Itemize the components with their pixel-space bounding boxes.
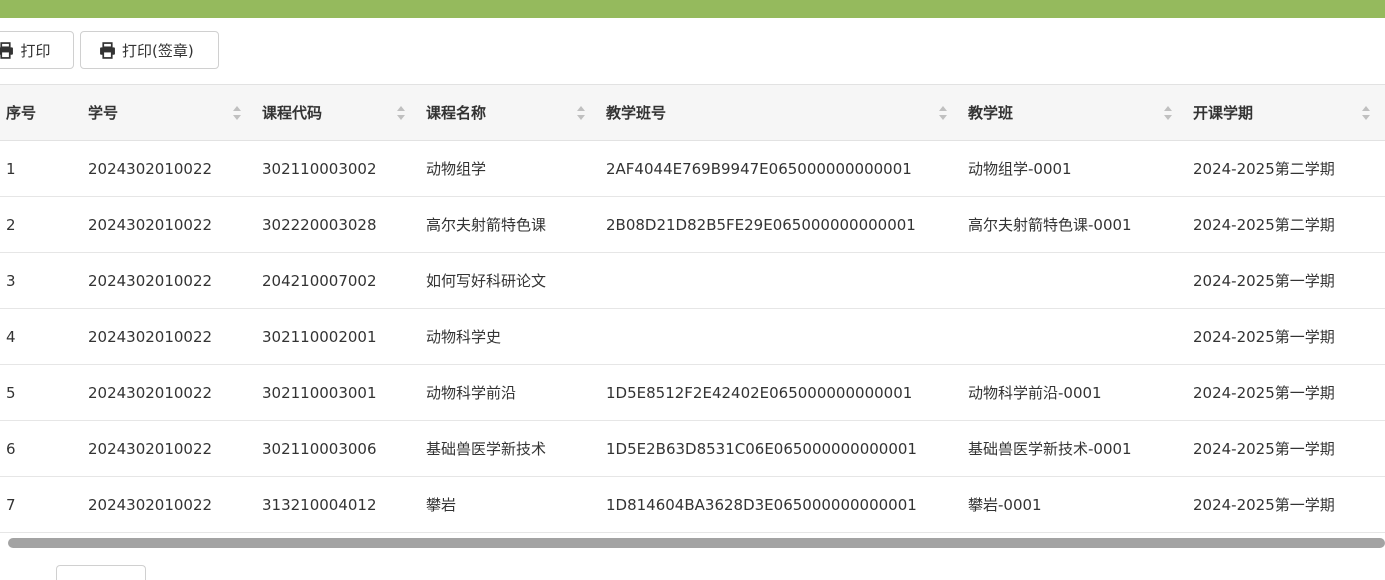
- cell-student-id: 2024302010022: [82, 308, 256, 365]
- column-header-semester[interactable]: 开课学期: [1187, 84, 1385, 141]
- cell-course-code: 302220003028: [256, 196, 420, 253]
- cell-course-code: 302110003001: [256, 364, 420, 421]
- cell-course-name: 攀岩: [420, 476, 600, 533]
- cell-class-id: 1D814604BA3628D3E065000000000001: [600, 476, 962, 533]
- cell-index: 3: [0, 252, 82, 309]
- cell-class-id: 1D5E2B63D8531C06E065000000000001: [600, 420, 962, 477]
- cell-index: 1: [0, 140, 82, 197]
- sort-icon[interactable]: [232, 105, 242, 121]
- cell-class-id: [600, 308, 962, 365]
- column-header-class-id[interactable]: 教学班号: [600, 84, 962, 141]
- cell-class-name: 基础兽医学新技术-0001: [962, 420, 1187, 477]
- cell-class-name: [962, 308, 1187, 365]
- column-header-index[interactable]: 序号: [0, 84, 82, 141]
- cell-student-id: 2024302010022: [82, 140, 256, 197]
- table-body: 1 2024302010022 302110003002 动物组学 2AF404…: [0, 140, 1385, 533]
- sort-icon[interactable]: [396, 105, 406, 121]
- cell-course-name: 高尔夫射箭特色课: [420, 196, 600, 253]
- cell-course-code: 302110003002: [256, 140, 420, 197]
- cell-semester: 2024-2025第一学期: [1187, 252, 1385, 309]
- cell-class-id: 1D5E8512F2E42402E065000000000001: [600, 364, 962, 421]
- cell-student-id: 2024302010022: [82, 364, 256, 421]
- column-header-course-code[interactable]: 课程代码: [256, 84, 420, 141]
- cell-class-name: 动物科学前沿-0001: [962, 364, 1187, 421]
- cell-semester: 2024-2025第二学期: [1187, 140, 1385, 197]
- cell-semester: 2024-2025第一学期: [1187, 308, 1385, 365]
- cell-class-name: [962, 252, 1187, 309]
- course-table: 序号 学号 课程代码 课程名称 教学班号 教学班 开课学期 1 20243020…: [0, 84, 1385, 533]
- cell-semester: 2024-2025第二学期: [1187, 196, 1385, 253]
- page-size-select[interactable]: [56, 565, 146, 580]
- print-button-label: 打印: [20, 41, 51, 60]
- print-with-seal-button[interactable]: 打印(签章): [80, 31, 219, 69]
- cell-semester: 2024-2025第一学期: [1187, 364, 1385, 421]
- cell-class-name: 高尔夫射箭特色课-0001: [962, 196, 1187, 253]
- cell-student-id: 2024302010022: [82, 476, 256, 533]
- sort-icon[interactable]: [1361, 105, 1371, 121]
- cell-semester: 2024-2025第一学期: [1187, 476, 1385, 533]
- cell-class-id: [600, 252, 962, 309]
- column-header-student-id[interactable]: 学号: [82, 84, 256, 141]
- cell-semester: 2024-2025第一学期: [1187, 420, 1385, 477]
- cell-student-id: 2024302010022: [82, 420, 256, 477]
- sort-icon[interactable]: [938, 105, 948, 121]
- table-header-row: 序号 学号 课程代码 课程名称 教学班号 教学班 开课学期: [0, 84, 1385, 141]
- cell-student-id: 2024302010022: [82, 252, 256, 309]
- sort-icon[interactable]: [1163, 105, 1173, 121]
- cell-course-name: 动物科学前沿: [420, 364, 600, 421]
- printer-icon: [100, 41, 115, 59]
- print-button[interactable]: 打印: [0, 31, 74, 69]
- cell-course-code: 313210004012: [256, 476, 420, 533]
- table-row[interactable]: 1 2024302010022 302110003002 动物组学 2AF404…: [0, 140, 1385, 197]
- cell-index: 2: [0, 196, 82, 253]
- horizontal-scrollbar-thumb[interactable]: [8, 538, 1385, 548]
- table-row[interactable]: 7 2024302010022 313210004012 攀岩 1D814604…: [0, 476, 1385, 533]
- course-table-container: 序号 学号 课程代码 课程名称 教学班号 教学班 开课学期 1 20243020…: [0, 84, 1385, 533]
- sort-icon[interactable]: [576, 105, 586, 121]
- cell-class-id: 2B08D21D82B5FE29E065000000000001: [600, 196, 962, 253]
- table-row[interactable]: 2 2024302010022 302220003028 高尔夫射箭特色课 2B…: [0, 196, 1385, 253]
- table-row[interactable]: 5 2024302010022 302110003001 动物科学前沿 1D5E…: [0, 364, 1385, 421]
- cell-course-code: 302110003006: [256, 420, 420, 477]
- cell-course-name: 如何写好科研论文: [420, 252, 600, 309]
- horizontal-scrollbar[interactable]: [8, 538, 1385, 548]
- cell-index: 4: [0, 308, 82, 365]
- cell-course-name: 动物科学史: [420, 308, 600, 365]
- table-row[interactable]: 4 2024302010022 302110002001 动物科学史 2024-…: [0, 308, 1385, 365]
- cell-course-name: 动物组学: [420, 140, 600, 197]
- column-header-class-name[interactable]: 教学班: [962, 84, 1187, 141]
- cell-class-name: 动物组学-0001: [962, 140, 1187, 197]
- cell-course-code: 204210007002: [256, 252, 420, 309]
- column-header-course-name[interactable]: 课程名称: [420, 84, 600, 141]
- printer-icon: [0, 41, 14, 59]
- top-accent-bar: [0, 0, 1385, 18]
- cell-index: 5: [0, 364, 82, 421]
- cell-class-name: 攀岩-0001: [962, 476, 1187, 533]
- print-with-seal-button-label: 打印(签章): [122, 41, 194, 60]
- table-row[interactable]: 3 2024302010022 204210007002 如何写好科研论文 20…: [0, 252, 1385, 309]
- cell-index: 6: [0, 420, 82, 477]
- table-row[interactable]: 6 2024302010022 302110003006 基础兽医学新技术 1D…: [0, 420, 1385, 477]
- cell-course-name: 基础兽医学新技术: [420, 420, 600, 477]
- cell-class-id: 2AF4044E769B9947E065000000000001: [600, 140, 962, 197]
- cell-course-code: 302110002001: [256, 308, 420, 365]
- cell-index: 7: [0, 476, 82, 533]
- cell-student-id: 2024302010022: [82, 196, 256, 253]
